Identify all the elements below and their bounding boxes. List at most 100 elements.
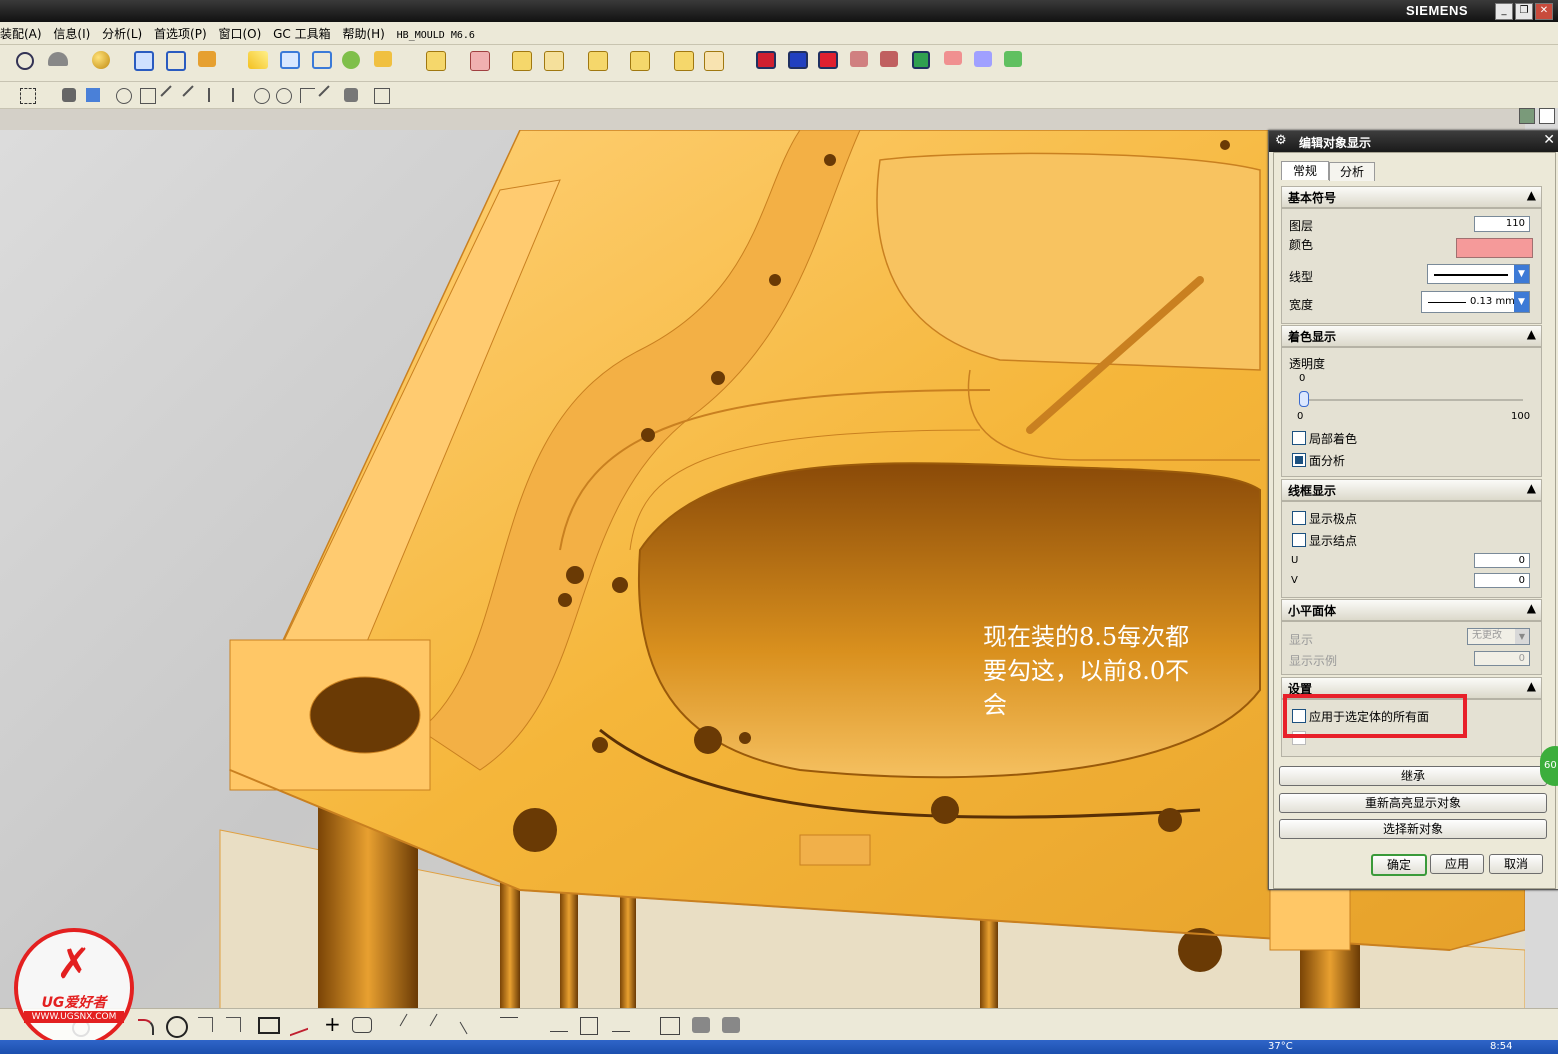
analysis-1-icon[interactable] (756, 51, 776, 69)
edit-display-icon[interactable] (248, 51, 268, 69)
grid-icon[interactable] (374, 88, 390, 104)
rotate-view-icon[interactable] (48, 52, 68, 66)
snap-point-icon[interactable] (300, 88, 315, 103)
snap-4-icon[interactable] (182, 85, 204, 107)
arc-tool-icon[interactable] (138, 1019, 154, 1035)
collapse-icon[interactable]: ▲ (1527, 327, 1536, 341)
cancel-button[interactable]: 取消 (1489, 854, 1543, 874)
mold-tool-7-icon[interactable] (674, 51, 694, 71)
analysis-5-icon[interactable] (880, 51, 898, 67)
analysis-3-icon[interactable] (818, 51, 838, 69)
section-facets-header[interactable]: 小平面体 ▲ (1281, 599, 1542, 621)
width-select[interactable]: 0.13 mm ▼ (1421, 291, 1530, 313)
polygon-icon[interactable] (352, 1017, 372, 1033)
show-knots-checkbox[interactable] (1292, 533, 1306, 547)
corner-icon[interactable] (459, 1013, 482, 1035)
trim-icon[interactable] (399, 1013, 422, 1035)
shaded-sphere-icon[interactable] (92, 51, 110, 69)
chevron-down-icon[interactable]: ▼ (1515, 629, 1529, 644)
rehighlight-button[interactable]: 重新高亮显示对象 (1279, 793, 1547, 813)
menu-window[interactable]: 窗口(O) (218, 25, 261, 42)
fillet-icon[interactable] (198, 1017, 213, 1032)
tab-analysis[interactable]: 分析 (1329, 162, 1375, 181)
chevron-down-icon[interactable]: ▼ (1514, 265, 1529, 283)
point-icon[interactable]: + (324, 1014, 341, 1034)
menu-help[interactable]: 帮助(H) (342, 25, 384, 42)
mold-tool-2-icon[interactable] (470, 51, 490, 71)
mold-tool-1-icon[interactable] (426, 51, 446, 71)
circle-icon[interactable] (166, 1016, 188, 1038)
facet-display-select[interactable]: 无更改 ▼ (1467, 628, 1530, 645)
analysis-8-icon[interactable] (974, 51, 992, 67)
menu-preferences[interactable]: 首选项(P) (154, 25, 207, 42)
layer-input[interactable]: 110 (1474, 216, 1530, 232)
section-shading-header[interactable]: 着色显示 ▲ (1281, 325, 1542, 347)
apply-button[interactable]: 应用 (1430, 854, 1484, 874)
resource-tab-2-icon[interactable] (1539, 108, 1555, 124)
dimension-icon[interactable] (692, 1017, 710, 1033)
analysis-7-icon[interactable] (944, 51, 962, 65)
transparency-slider-thumb[interactable] (1299, 391, 1309, 407)
show-poles-checkbox[interactable] (1292, 511, 1306, 525)
facet-example-input[interactable]: 0 (1474, 651, 1530, 666)
mirror-icon[interactable] (550, 1017, 568, 1032)
inherit-button[interactable]: 继承 (1279, 766, 1547, 786)
transparency-slider-track[interactable] (1301, 399, 1523, 401)
paint-icon[interactable] (374, 51, 392, 67)
restore-button[interactable]: ❐ (1515, 3, 1533, 20)
analysis-6-icon[interactable] (912, 51, 930, 69)
pattern-icon[interactable] (580, 1017, 598, 1035)
chevron-down-icon[interactable]: ▼ (1514, 292, 1529, 312)
menu-hb-mould[interactable]: HB_MOULD M6.6 (397, 30, 475, 41)
mold-tool-4-icon[interactable] (544, 51, 564, 71)
close-button[interactable]: ✕ (1535, 3, 1553, 20)
face-analysis-checkbox[interactable] (1292, 453, 1306, 467)
dialog-close-icon[interactable]: ✕ (1543, 132, 1555, 148)
minimize-button[interactable]: _ (1495, 3, 1513, 20)
solid-filter-icon[interactable] (62, 88, 76, 102)
auto-constraint-icon[interactable] (722, 1017, 740, 1033)
collapse-icon[interactable]: ▲ (1527, 481, 1536, 495)
mold-tool-5-icon[interactable] (588, 51, 608, 71)
surface-icon[interactable] (280, 51, 300, 69)
snap-8-icon[interactable] (318, 85, 340, 107)
view-cube-icon[interactable] (134, 51, 154, 71)
mold-tool-8-icon[interactable] (704, 51, 724, 71)
mold-tool-6-icon[interactable] (630, 51, 650, 71)
collapse-icon[interactable]: ▲ (1527, 601, 1536, 615)
collapse-icon[interactable]: ▲ (1527, 188, 1536, 202)
resource-tab-1-icon[interactable] (1519, 108, 1535, 124)
tab-general[interactable]: 常规 (1281, 161, 1329, 180)
menu-analysis[interactable]: 分析(L) (102, 25, 142, 42)
snap-9-icon[interactable] (344, 88, 358, 102)
polyline-icon[interactable] (290, 1013, 308, 1037)
constraint-icon[interactable] (660, 1017, 680, 1035)
zoom-icon[interactable] (16, 52, 34, 70)
mesh-surface-icon[interactable] (312, 51, 332, 69)
side-badge[interactable]: 60 (1540, 746, 1558, 786)
layer-icon[interactable] (198, 51, 216, 67)
analysis-9-icon[interactable] (1004, 51, 1022, 67)
project-icon[interactable] (612, 1017, 630, 1032)
analysis-2-icon[interactable] (788, 51, 808, 69)
u-input[interactable]: 0 (1474, 553, 1530, 568)
snap-3-icon[interactable] (160, 85, 182, 107)
linetype-select[interactable]: ▼ (1427, 264, 1530, 284)
select-box-icon[interactable] (20, 88, 36, 104)
snap-5-icon[interactable] (208, 88, 224, 102)
menu-gc-toolbox[interactable]: GC 工具箱 (273, 25, 331, 42)
rectangle-icon[interactable] (258, 1017, 280, 1034)
tool-icon[interactable] (342, 51, 360, 69)
snap-quadrant-icon[interactable] (276, 88, 292, 104)
mold-tool-3-icon[interactable] (512, 51, 532, 71)
body-filter-icon[interactable] (86, 88, 100, 102)
chamfer-icon[interactable] (226, 1017, 241, 1032)
section-basic-header[interactable]: 基本符号 ▲ (1281, 186, 1542, 208)
partial-shading-checkbox[interactable] (1292, 431, 1306, 445)
snap-2-icon[interactable] (140, 88, 156, 104)
color-swatch[interactable] (1456, 238, 1533, 258)
menu-assembly[interactable]: 装配(A) (0, 25, 42, 42)
offset-icon[interactable] (500, 1017, 518, 1032)
analysis-4-icon[interactable] (850, 51, 868, 67)
select-new-object-button[interactable]: 选择新对象 (1279, 819, 1547, 839)
